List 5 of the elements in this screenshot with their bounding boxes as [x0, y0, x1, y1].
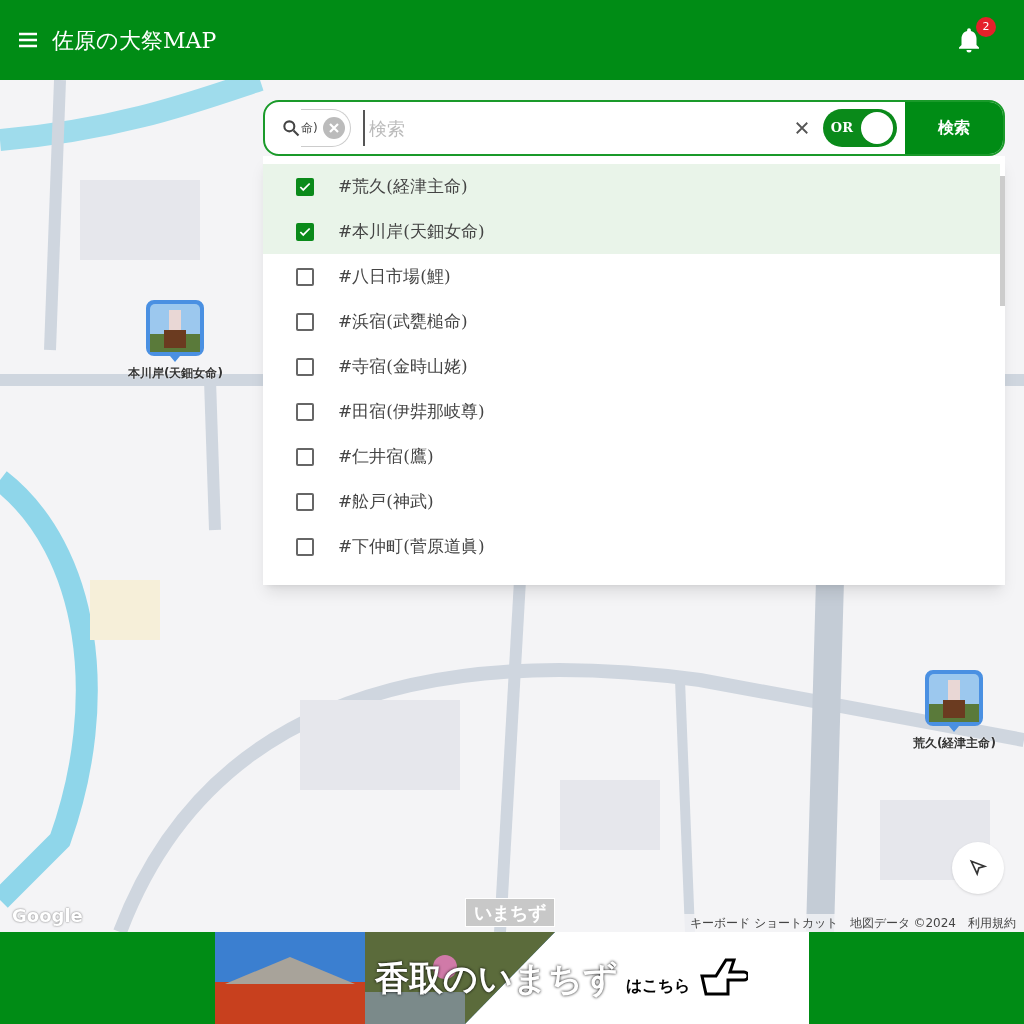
banner-suffix: はこちら — [626, 975, 690, 997]
banner-ad[interactable]: 香取のいまちず はこちら — [215, 932, 809, 1024]
banner-title: 香取のいまちず — [375, 956, 618, 1000]
app-title: 佐原の大祭MAP — [52, 26, 217, 55]
notification-badge: 2 — [976, 17, 996, 37]
